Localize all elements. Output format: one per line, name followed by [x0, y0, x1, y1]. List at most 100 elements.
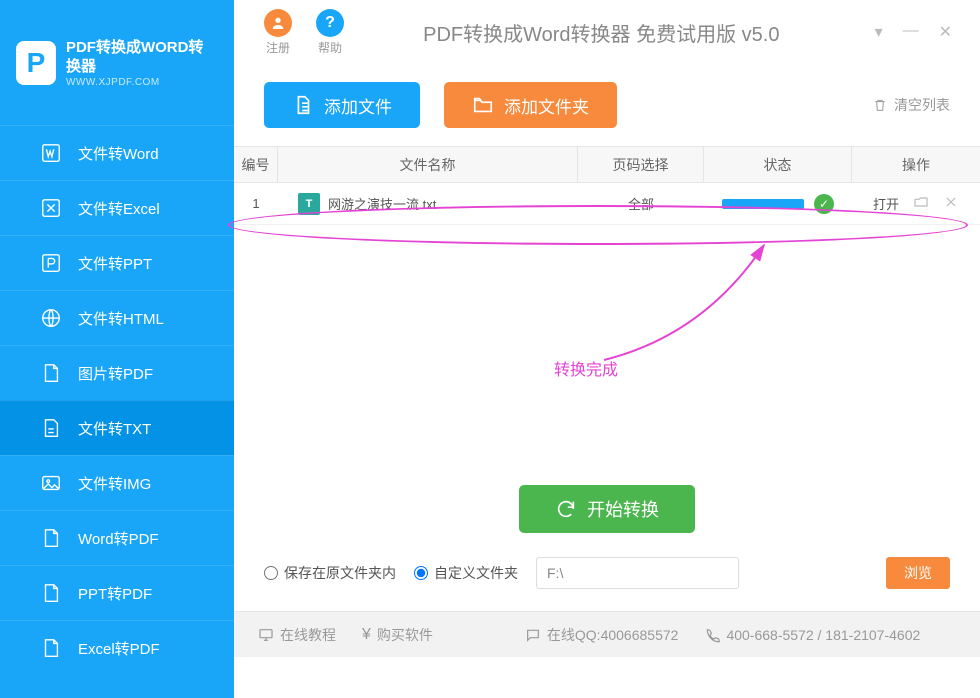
tutorial-label: 在线教程 — [280, 625, 336, 645]
globe-icon — [40, 307, 62, 329]
cell-status: ✓ — [704, 194, 852, 214]
sidebar-item-label: 文件转IMG — [78, 473, 151, 494]
titlebar: 注册 ? 帮助 PDF转换成Word转换器 免费试用版 v5.0 ▾ — ✕ — [234, 0, 980, 64]
trash-icon — [872, 97, 888, 113]
minimize-icon[interactable]: — — [903, 22, 919, 42]
save-custom-label: 自定义文件夹 — [434, 563, 518, 583]
table-row[interactable]: 1 T 网游之演技一流.txt 全部 ✓ 打开 — [234, 183, 980, 225]
sidebar-item-html[interactable]: 文件转HTML — [0, 290, 234, 345]
header-num: 编号 — [234, 147, 278, 182]
open-link[interactable]: 打开 — [873, 194, 899, 213]
register-label: 注册 — [266, 39, 290, 56]
sidebar-item-label: 图片转PDF — [78, 363, 153, 384]
save-same-label: 保存在原文件夹内 — [284, 563, 396, 583]
qq-contact[interactable]: 在线QQ:4006685572 — [525, 625, 679, 645]
table-header: 编号 文件名称 页码选择 状态 操作 — [234, 147, 980, 183]
sidebar-item-wordpdf[interactable]: Word转PDF — [0, 510, 234, 565]
dropdown-icon[interactable]: ▾ — [875, 22, 883, 42]
file-icon — [292, 94, 314, 116]
tutorial-link[interactable]: 在线教程 — [258, 625, 336, 645]
window-controls: ▾ — ✕ — [875, 22, 960, 42]
header-status: 状态 — [704, 147, 852, 182]
logo-subtitle: WWW.XJPDF.COM — [66, 77, 218, 88]
clear-list-button[interactable]: 清空列表 — [872, 95, 950, 115]
cell-name: T 网游之演技一流.txt — [278, 193, 578, 215]
register-button[interactable]: 注册 — [264, 9, 292, 56]
save-custom-folder-radio[interactable]: 自定义文件夹 — [414, 563, 518, 583]
file-table: 编号 文件名称 页码选择 状态 操作 1 T 网游之演技一流.txt 全部 ✓ — [234, 146, 980, 465]
annotation-text: 转换完成 — [554, 356, 618, 380]
clear-list-label: 清空列表 — [894, 95, 950, 115]
sidebar-item-img[interactable]: 文件转IMG — [0, 455, 234, 510]
sidebar-item-label: 文件转PPT — [78, 253, 152, 274]
refresh-icon — [555, 498, 577, 520]
sidebar-item-pptpdf[interactable]: PPT转PDF — [0, 565, 234, 620]
add-folder-label: 添加文件夹 — [504, 93, 589, 118]
progress-bar — [722, 199, 804, 209]
cell-op: 打开 — [852, 194, 980, 213]
word-icon — [40, 142, 62, 164]
pdf-icon — [40, 527, 62, 549]
header-op: 操作 — [852, 147, 980, 182]
add-folder-button[interactable]: 添加文件夹 — [444, 82, 617, 128]
yen-icon: ¥ — [362, 626, 371, 644]
header-page: 页码选择 — [578, 147, 704, 182]
buy-label: 购买软件 — [377, 625, 433, 645]
close-icon[interactable]: ✕ — [939, 22, 952, 42]
file-name: 网游之演技一流.txt — [328, 194, 436, 213]
table-body: 1 T 网游之演技一流.txt 全部 ✓ 打开 — [234, 183, 980, 465]
sidebar-item-label: 文件转TXT — [78, 418, 151, 439]
folder-open-icon[interactable] — [913, 194, 929, 213]
cell-page[interactable]: 全部 — [578, 194, 704, 213]
annotation-arrow — [564, 235, 794, 365]
sidebar-item-excelpdf[interactable]: Excel转PDF — [0, 620, 234, 675]
chat-icon — [525, 627, 541, 643]
header-name: 文件名称 — [278, 147, 578, 182]
folder-icon — [472, 94, 494, 116]
logo-title: PDF转换成WORD转换器 — [66, 38, 218, 77]
sidebar-item-excel[interactable]: 文件转Excel — [0, 180, 234, 235]
sidebar-item-label: 文件转Word — [78, 143, 159, 164]
sidebar-nav: 文件转Word 文件转Excel 文件转PPT 文件转HTML 图片转PDF 文… — [0, 125, 234, 698]
add-file-button[interactable]: 添加文件 — [264, 82, 420, 128]
browse-button[interactable]: 浏览 — [886, 557, 950, 589]
cell-num: 1 — [234, 196, 278, 211]
start-convert-label: 开始转换 — [587, 496, 659, 522]
start-convert-button[interactable]: 开始转换 — [519, 485, 695, 533]
sidebar-item-txt[interactable]: 文件转TXT — [0, 400, 234, 455]
pdf-icon — [40, 637, 62, 659]
add-file-label: 添加文件 — [324, 93, 392, 118]
save-same-folder-radio[interactable]: 保存在原文件夹内 — [264, 563, 396, 583]
txt-icon — [40, 417, 62, 439]
qq-label: 在线QQ:4006685572 — [547, 625, 679, 645]
sidebar-item-word[interactable]: 文件转Word — [0, 125, 234, 180]
buy-link[interactable]: ¥ 购买软件 — [362, 625, 433, 645]
radio-input[interactable] — [264, 566, 278, 580]
txt-file-icon: T — [298, 193, 320, 215]
check-icon: ✓ — [814, 194, 834, 214]
phone-icon — [704, 627, 720, 643]
sidebar-item-imgpdf[interactable]: 图片转PDF — [0, 345, 234, 400]
pdf-icon — [40, 362, 62, 384]
sidebar: P PDF转换成WORD转换器 WWW.XJPDF.COM 文件转Word 文件… — [0, 0, 234, 698]
phone-label: 400-668-5572 / 181-2107-4602 — [726, 627, 920, 643]
save-options: 保存在原文件夹内 自定义文件夹 浏览 — [234, 557, 980, 611]
sidebar-item-label: Excel转PDF — [78, 638, 160, 659]
footer: 在线教程 ¥ 购买软件 在线QQ:4006685572 400-668-5572… — [234, 611, 980, 657]
sidebar-item-ppt[interactable]: 文件转PPT — [0, 235, 234, 290]
save-path-input[interactable] — [536, 557, 739, 589]
delete-row-icon[interactable] — [943, 194, 959, 213]
monitor-icon — [258, 627, 274, 643]
excel-icon — [40, 197, 62, 219]
radio-input[interactable] — [414, 566, 428, 580]
ppt-icon — [40, 252, 62, 274]
logo-mark: P — [16, 41, 56, 85]
sidebar-item-label: 文件转Excel — [78, 198, 160, 219]
main: 注册 ? 帮助 PDF转换成Word转换器 免费试用版 v5.0 ▾ — ✕ 添… — [234, 0, 980, 698]
user-icon — [264, 9, 292, 37]
sidebar-item-label: Word转PDF — [78, 528, 159, 549]
phone-contact[interactable]: 400-668-5572 / 181-2107-4602 — [704, 627, 920, 643]
pdf-icon — [40, 582, 62, 604]
sidebar-item-label: 文件转HTML — [78, 308, 164, 329]
logo: P PDF转换成WORD转换器 WWW.XJPDF.COM — [0, 0, 234, 125]
